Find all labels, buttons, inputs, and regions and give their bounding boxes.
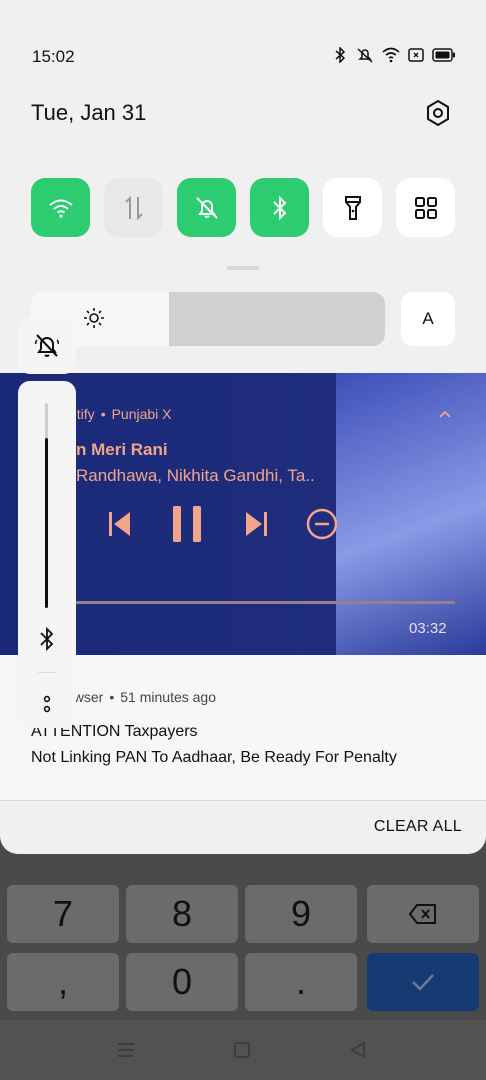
auto-brightness-button[interactable]: A bbox=[401, 292, 455, 346]
status-icons bbox=[332, 47, 456, 63]
volume-fill bbox=[45, 437, 48, 608]
data-arrows-icon bbox=[124, 195, 143, 220]
pause-button[interactable] bbox=[170, 504, 206, 544]
done-key[interactable] bbox=[367, 953, 479, 1011]
silent-tile[interactable] bbox=[177, 178, 236, 237]
notification-header: owser • 51 minutes ago bbox=[66, 689, 216, 705]
next-button[interactable] bbox=[240, 506, 272, 542]
sim-status-icon bbox=[408, 48, 424, 62]
key-9[interactable]: 9 bbox=[245, 885, 357, 943]
back-triangle-icon bbox=[350, 1041, 365, 1059]
volume-more-button[interactable] bbox=[35, 693, 59, 717]
backspace-icon bbox=[408, 904, 436, 924]
notification-body: Not Linking PAN To Aadhaar, Be Ready For… bbox=[31, 749, 397, 766]
brightness-slider[interactable] bbox=[31, 292, 385, 346]
key-0[interactable]: 0 bbox=[126, 953, 238, 1011]
battery-icon bbox=[432, 48, 455, 62]
backspace-key[interactable] bbox=[367, 885, 479, 943]
key-period[interactable]: . bbox=[245, 953, 357, 1011]
album-art bbox=[336, 373, 486, 655]
key-7[interactable]: 7 bbox=[7, 885, 119, 943]
home-square-icon bbox=[234, 1042, 250, 1058]
key-comma[interactable]: , bbox=[7, 953, 119, 1011]
bell-off-icon bbox=[195, 196, 218, 219]
media-source: otify • Punjabi X bbox=[69, 406, 172, 422]
media-artist: Randhawa, Nikhita Gandhi, Ta.. bbox=[76, 466, 315, 485]
bluetooth-icon bbox=[40, 626, 54, 652]
notification-separator: • bbox=[109, 689, 115, 705]
check-icon bbox=[412, 974, 434, 991]
bluetooth-icon bbox=[272, 195, 286, 220]
media-playlist: Punjabi X bbox=[111, 406, 172, 422]
grid-icon bbox=[414, 196, 437, 219]
pause-icon bbox=[173, 506, 201, 542]
ringer-mode-button[interactable] bbox=[18, 318, 76, 374]
media-separator: • bbox=[100, 406, 106, 422]
mobile-data-tile[interactable] bbox=[104, 178, 163, 237]
status-time: 15:02 bbox=[32, 47, 75, 66]
silent-status-icon bbox=[357, 48, 373, 63]
bluetooth-status-icon bbox=[335, 47, 346, 63]
flashlight-tile[interactable] bbox=[323, 178, 382, 237]
clear-all-button[interactable]: CLEAR ALL bbox=[374, 818, 462, 836]
wifi-tile[interactable] bbox=[31, 178, 90, 237]
settings-button[interactable] bbox=[424, 99, 452, 127]
wifi-status-icon bbox=[382, 47, 400, 63]
menu-icon bbox=[118, 1043, 134, 1057]
volume-panel[interactable] bbox=[18, 381, 76, 728]
notification-time: 51 minutes ago bbox=[120, 689, 216, 705]
chevron-up-icon[interactable] bbox=[438, 409, 452, 419]
skip-previous-icon bbox=[109, 512, 130, 536]
minus-circle-icon bbox=[306, 508, 338, 540]
back-button[interactable] bbox=[328, 1020, 388, 1080]
navigation-bar bbox=[0, 1020, 486, 1080]
key-8[interactable]: 8 bbox=[126, 885, 238, 943]
flashlight-icon bbox=[344, 195, 361, 220]
drag-handle[interactable] bbox=[227, 266, 259, 270]
media-progress-bar[interactable] bbox=[60, 601, 455, 604]
bell-off-icon bbox=[34, 334, 60, 357]
wifi-icon bbox=[48, 199, 73, 218]
media-title: n Meri Rani bbox=[76, 440, 168, 459]
gear-icon bbox=[427, 99, 449, 127]
more-options-icon bbox=[43, 695, 51, 713]
remove-button[interactable] bbox=[305, 507, 339, 541]
skip-next-icon bbox=[246, 512, 267, 536]
volume-divider bbox=[38, 672, 56, 673]
recents-button[interactable] bbox=[96, 1020, 156, 1080]
media-duration: 03:32 bbox=[409, 620, 447, 637]
apps-grid-tile[interactable] bbox=[396, 178, 455, 237]
home-button[interactable] bbox=[212, 1020, 272, 1080]
sun-icon bbox=[84, 308, 104, 328]
bluetooth-tile[interactable] bbox=[250, 178, 309, 237]
divider bbox=[0, 800, 486, 801]
date-header: Tue, Jan 31 bbox=[31, 100, 147, 125]
previous-button[interactable] bbox=[104, 506, 136, 542]
